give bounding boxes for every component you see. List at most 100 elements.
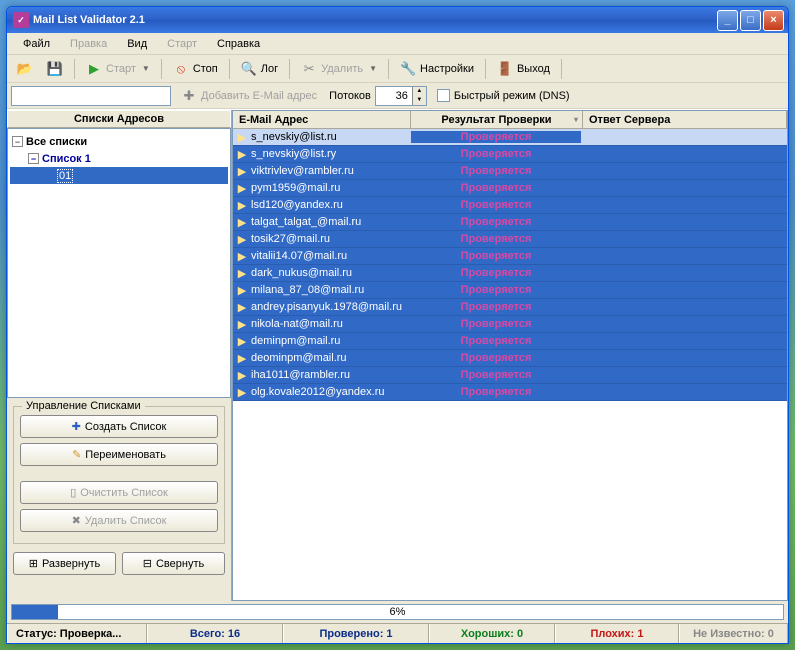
delete-list-button[interactable]: ✖Удалить Список xyxy=(20,509,218,532)
expand-icon: ⊞ xyxy=(29,557,38,570)
table-row[interactable]: ▶deominpm@mail.ruПроверяется xyxy=(233,350,787,367)
start-button[interactable]: ▶Старт▼ xyxy=(80,58,156,80)
delete-button[interactable]: ✂Удалить▼ xyxy=(295,58,383,80)
save-button[interactable]: 💾 xyxy=(41,58,69,80)
toolbar-main: 📂 💾 ▶Старт▼ ⦸Стоп 🔍Лог ✂Удалить▼ 🔧Настро… xyxy=(7,55,788,83)
fast-mode-label: Быстрый режим (DNS) xyxy=(454,90,570,102)
email-cell: milana_87_08@mail.ru xyxy=(251,284,364,296)
status-bar: Статус: Проверка... Всего: 16 Проверено:… xyxy=(7,623,788,643)
table-row[interactable]: ▶ lsd120@yandex.ru Проверяется xyxy=(233,197,787,214)
window-title: Mail List Validator 2.1 xyxy=(33,14,145,26)
right-panel: E-Mail Адрес Результат Проверки▾ Ответ С… xyxy=(232,110,788,601)
table-row[interactable]: ▶pym1959@mail.ruПроверяется xyxy=(233,180,787,197)
open-button[interactable]: 📂 xyxy=(11,58,39,80)
close-button[interactable]: × xyxy=(763,10,784,31)
table-row[interactable]: ▶milana_87_08@mail.ruПроверяется xyxy=(233,282,787,299)
result-cell: Проверяется xyxy=(411,182,581,194)
spin-down[interactable]: ▼ xyxy=(412,96,426,105)
mail-icon: ▶ xyxy=(237,251,247,261)
fast-mode-checkbox[interactable] xyxy=(437,89,450,102)
spin-up[interactable]: ▲ xyxy=(412,87,426,96)
minimize-button[interactable]: _ xyxy=(717,10,738,31)
add-mail-button[interactable]: ✚Добавить E-Mail адрес xyxy=(175,85,323,107)
separator xyxy=(161,59,162,79)
mail-icon: ▶ xyxy=(237,387,247,397)
exit-button[interactable]: 🚪Выход xyxy=(491,58,556,80)
create-list-button[interactable]: ✚Создать Список xyxy=(20,415,218,438)
tree-root[interactable]: −Все списки xyxy=(10,133,228,150)
titlebar[interactable]: ✓ Mail List Validator 2.1 _ □ × xyxy=(7,7,788,33)
settings-button[interactable]: 🔧Настройки xyxy=(394,58,480,80)
address-input[interactable] xyxy=(11,86,171,106)
email-cell: andrey.pisanyuk.1978@mail.ru xyxy=(251,301,402,313)
collapse-button[interactable]: ⊟Свернуть xyxy=(122,552,225,575)
email-cell: lsd120@yandex.ru xyxy=(251,199,343,211)
result-cell: Проверяется xyxy=(411,267,581,279)
email-cell: dark_nukus@mail.ru xyxy=(251,267,352,279)
rename-button[interactable]: ✎Переименовать xyxy=(20,443,218,466)
table-row[interactable]: ▶andrey.pisanyuk.1978@mail.ruПроверяется xyxy=(233,299,787,316)
result-cell: Проверяется xyxy=(411,352,581,364)
separator xyxy=(74,59,75,79)
result-cell: Проверяется xyxy=(411,216,581,228)
email-cell: deminpm@mail.ru xyxy=(251,335,340,347)
col-result[interactable]: Результат Проверки▾ xyxy=(411,111,583,128)
log-button[interactable]: 🔍Лог xyxy=(235,58,284,80)
mail-icon: ▶ xyxy=(237,319,247,329)
col-response[interactable]: Ответ Сервера xyxy=(583,111,787,128)
table-row[interactable]: ▶tosik27@mail.ruПроверяется xyxy=(233,231,787,248)
threads-spinner[interactable]: ▲▼ xyxy=(375,86,427,106)
email-cell: viktrivlev@rambler.ru xyxy=(251,165,354,177)
mail-icon: ▶ xyxy=(237,217,247,227)
menu-file[interactable]: Файл xyxy=(13,36,60,52)
status-total: Всего: 16 xyxy=(147,624,283,643)
table-row[interactable]: ▶deminpm@mail.ruПроверяется xyxy=(233,333,787,350)
table-row[interactable]: ▶iha1011@rambler.ruПроверяется xyxy=(233,367,787,384)
mail-icon: ▶ xyxy=(237,200,247,210)
threads-value[interactable] xyxy=(376,87,412,105)
app-icon: ✓ xyxy=(13,12,29,28)
collapse-icon[interactable]: − xyxy=(28,153,39,164)
result-cell: Проверяется xyxy=(411,233,581,245)
result-cell: Проверяется xyxy=(411,284,581,296)
address-tree[interactable]: −Все списки −Список 1 01 xyxy=(7,128,231,398)
menu-edit[interactable]: Правка xyxy=(60,36,117,52)
menu-help[interactable]: Справка xyxy=(207,36,270,52)
progress-bar: 6% xyxy=(11,604,784,620)
table-row[interactable]: ▶dark_nukus@mail.ruПроверяется xyxy=(233,265,787,282)
separator xyxy=(561,59,562,79)
maximize-button[interactable]: □ xyxy=(740,10,761,31)
tree-item-01[interactable]: 01 xyxy=(10,167,228,184)
separator xyxy=(289,59,290,79)
table-row[interactable]: ▶viktrivlev@rambler.ruПроверяется xyxy=(233,163,787,180)
clear-list-button[interactable]: ▯Очистить Список xyxy=(20,481,218,504)
menu-start[interactable]: Старт xyxy=(157,36,207,52)
result-cell: Проверяется xyxy=(411,199,581,211)
mail-icon: ▶ xyxy=(237,183,247,193)
result-cell: Проверяется xyxy=(411,386,581,398)
stop-button[interactable]: ⦸Стоп xyxy=(167,58,224,80)
email-cell: s_nevskiy@list.ru xyxy=(251,131,337,143)
left-header: Списки Адресов xyxy=(7,110,231,128)
result-cell: Проверяется xyxy=(411,165,581,177)
table-row[interactable]: ▶talgat_talgat_@mail.ruПроверяется xyxy=(233,214,787,231)
table-row[interactable]: ▶vitalii14.07@mail.ruПроверяется xyxy=(233,248,787,265)
toolbar-secondary: ✚Добавить E-Mail адрес Потоков ▲▼ Быстры… xyxy=(7,83,788,109)
table-row[interactable]: ▶s_nevskiy@list.ryПроверяется xyxy=(233,146,787,163)
app-window: ✓ Mail List Validator 2.1 _ □ × Файл Пра… xyxy=(6,6,789,644)
filter-icon[interactable]: ▾ xyxy=(574,115,578,124)
plus-icon: ✚ xyxy=(72,420,81,433)
table-row[interactable]: ▶nikola-nat@mail.ruПроверяется xyxy=(233,316,787,333)
status-checked: Проверено: 1 xyxy=(283,624,429,643)
x-icon: ✖ xyxy=(72,514,81,527)
expand-button[interactable]: ⊞Развернуть xyxy=(13,552,116,575)
table-row[interactable]: ▶olg.kovale2012@yandex.ruПроверяется xyxy=(233,384,787,401)
tree-list1[interactable]: −Список 1 xyxy=(10,150,228,167)
collapse-icon[interactable]: − xyxy=(12,136,23,147)
list-management-group: Управление Списками ✚Создать Список ✎Пер… xyxy=(13,406,225,544)
result-cell: Проверяется xyxy=(411,318,581,330)
col-email[interactable]: E-Mail Адрес xyxy=(233,111,411,128)
table-row[interactable]: ▶s_nevskiy@list.ruПроверяется xyxy=(233,129,787,146)
grid-body[interactable]: ▶s_nevskiy@list.ruПроверяется▶s_nevskiy@… xyxy=(233,129,787,600)
menu-view[interactable]: Вид xyxy=(117,36,157,52)
